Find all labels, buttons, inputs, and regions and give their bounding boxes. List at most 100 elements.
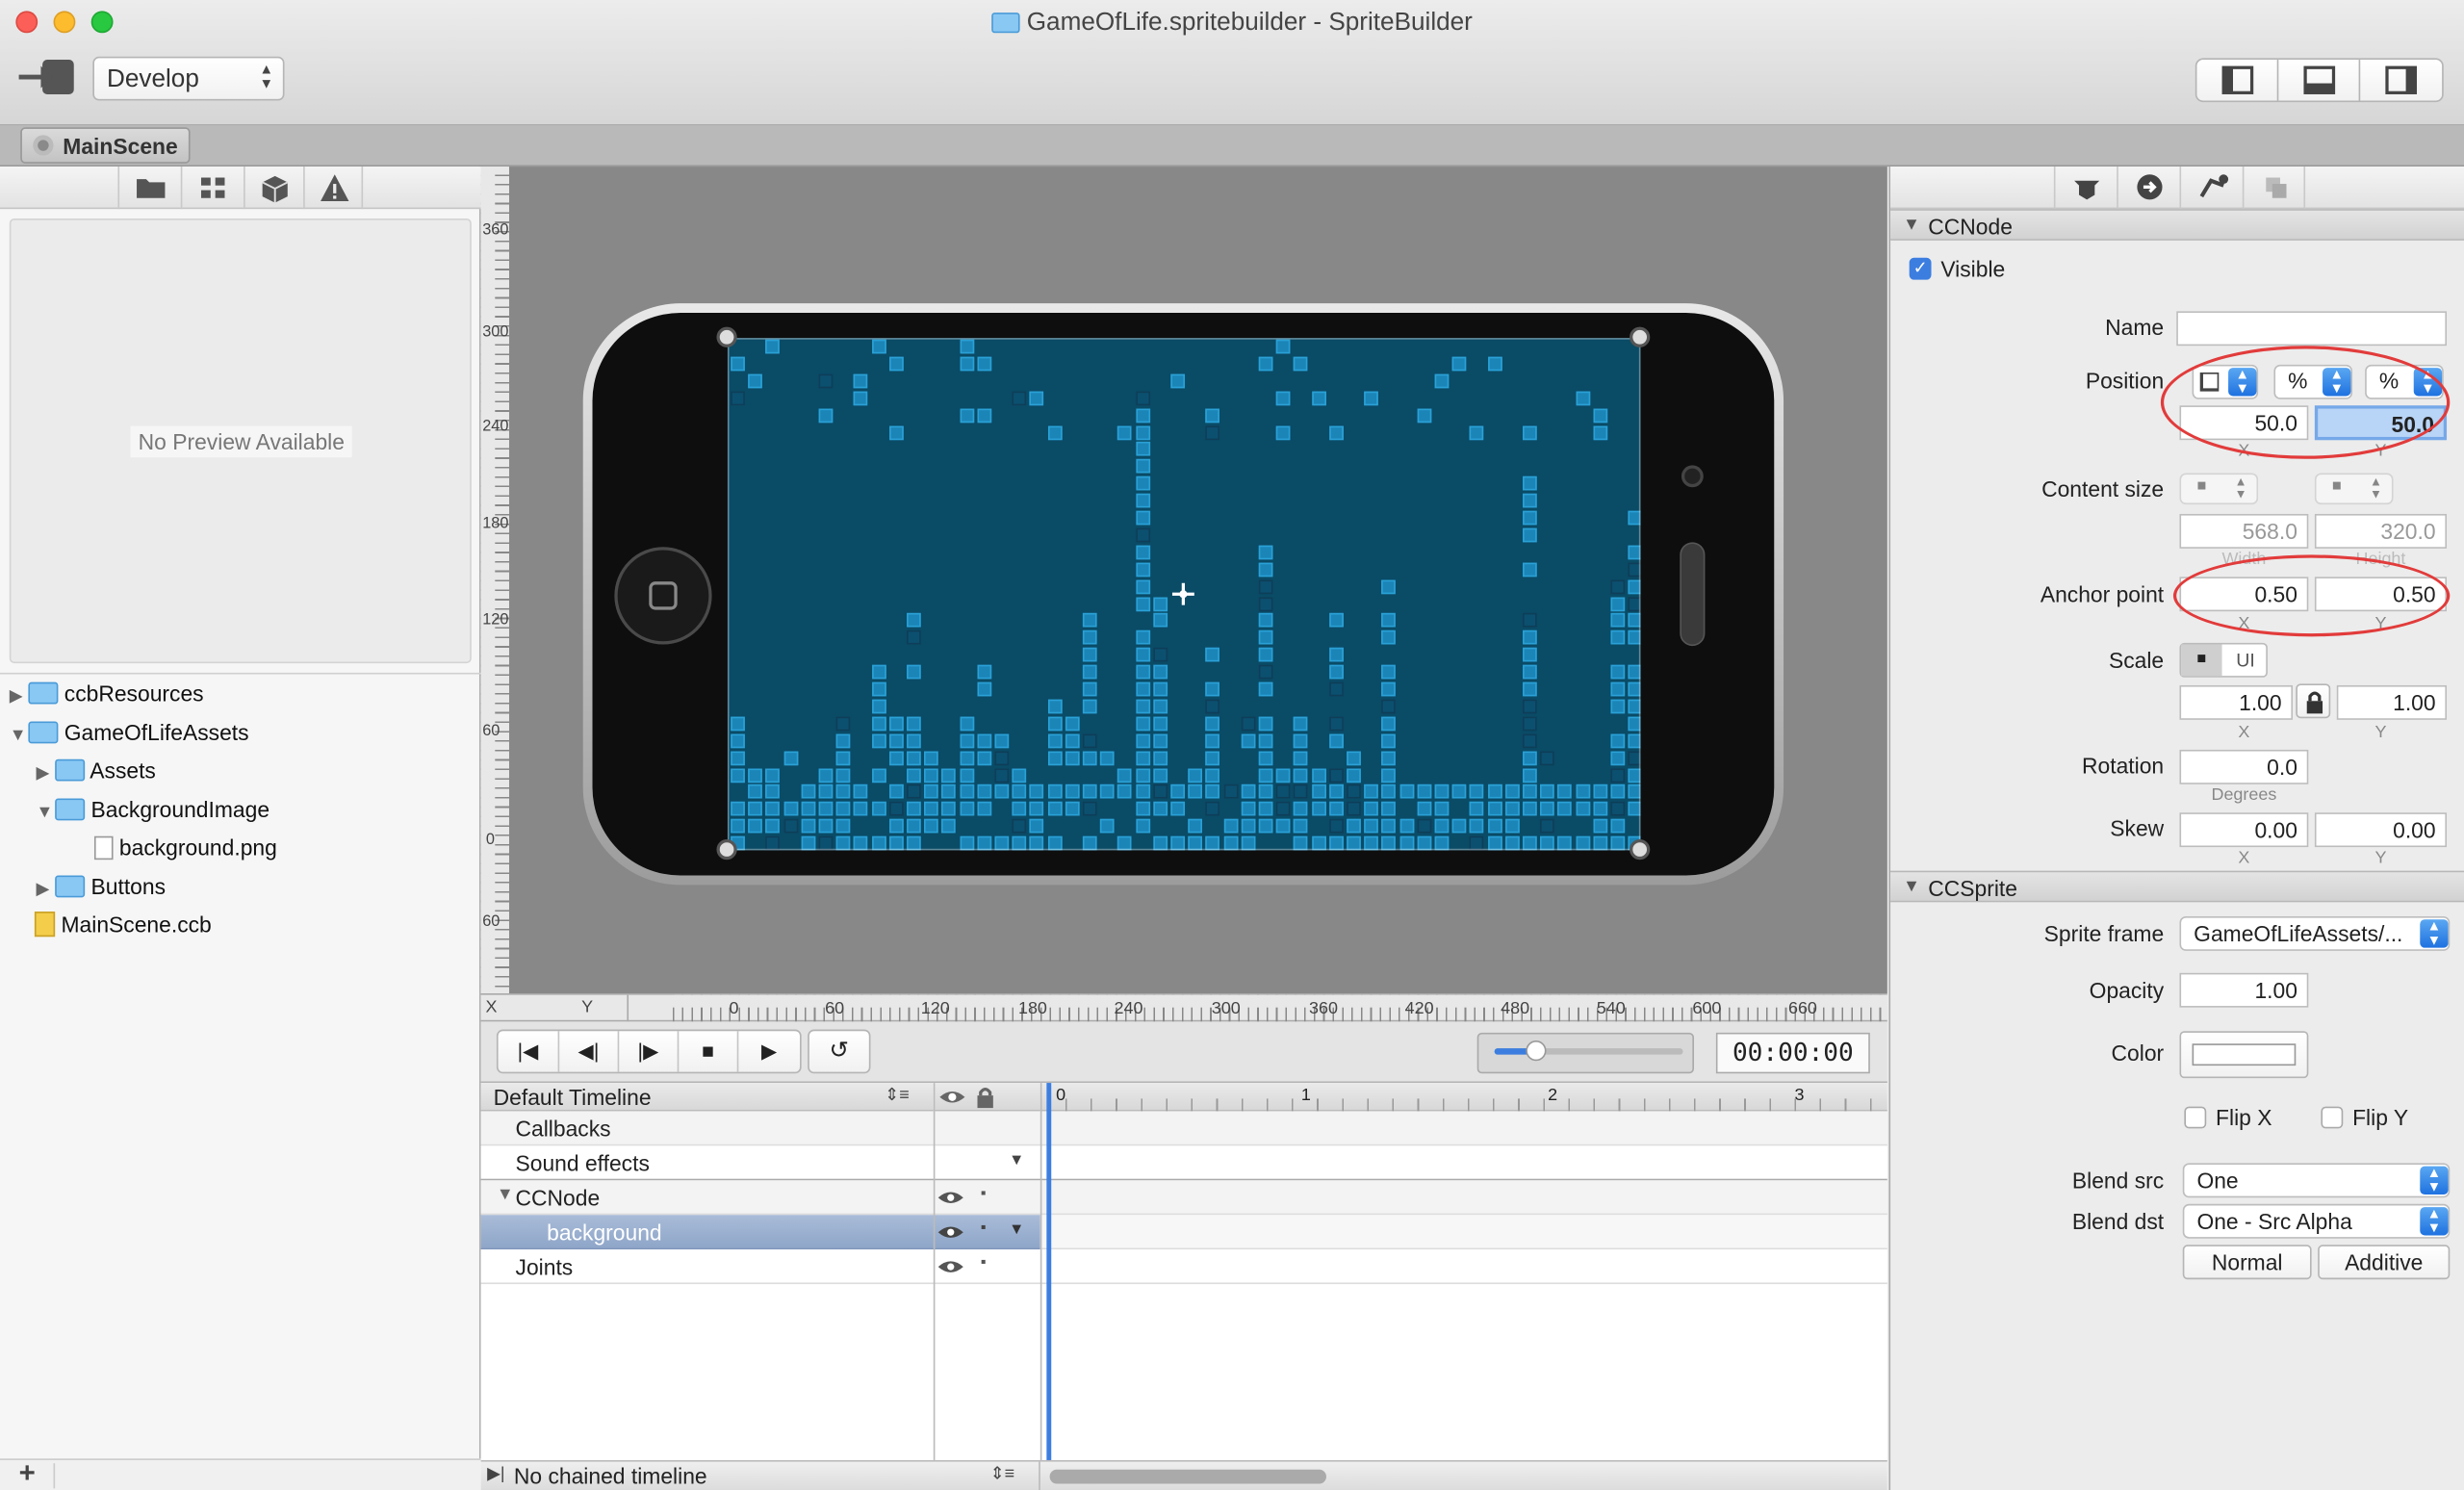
step-forward-button[interactable]: |▶ (619, 1031, 680, 1072)
file-view-button[interactable] (117, 167, 180, 210)
opacity-field[interactable]: 1.00 (2179, 972, 2309, 1008)
dropdown-arrow-icon[interactable]: ▼ (1009, 1152, 1024, 1169)
close-tab-icon[interactable] (33, 135, 54, 156)
left-panel-icon (2221, 65, 2254, 94)
toggle-bottom-panel-button[interactable] (2278, 60, 2361, 101)
timeline-track-background[interactable] (1040, 1215, 1887, 1250)
visible-checkbox[interactable]: ✓ (1909, 257, 1932, 280)
loop-icon: ↺ (829, 1037, 850, 1065)
disclosure-right-icon[interactable]: ▶ (37, 879, 56, 899)
lock-toggle-icon[interactable]: ▪ (981, 1185, 987, 1202)
code-connections-tab-button[interactable] (2117, 167, 2179, 210)
content-width-unit-select[interactable]: ■ ▲ ▼ (2179, 473, 2259, 505)
tree-item-background-png[interactable]: background.png (93, 835, 277, 861)
physics-tab-button[interactable] (2179, 167, 2242, 210)
eye-icon[interactable] (937, 1257, 964, 1276)
scale-y-field[interactable]: 1.00 (2336, 684, 2448, 720)
timeline-ruler[interactable]: 0 1 2 3 (1040, 1083, 1887, 1112)
disclosure-down-icon[interactable]: ▼ (37, 803, 56, 822)
rotation-field[interactable]: 0.0 (2179, 749, 2309, 784)
step-back-button[interactable]: ◀| (559, 1031, 620, 1072)
templates-tab-button[interactable] (2242, 167, 2306, 210)
content-height-field[interactable]: 320.0 (2314, 513, 2448, 549)
skew-y-field[interactable]: 0.00 (2314, 812, 2448, 848)
tileset-view-button[interactable] (180, 167, 244, 210)
disclosure-right-icon[interactable]: ▶ (10, 685, 29, 706)
name-field[interactable] (2176, 311, 2448, 347)
playhead[interactable] (1046, 1083, 1052, 1460)
folder-icon (137, 179, 166, 198)
publish-button[interactable] (13, 54, 79, 101)
tree-item-buttons[interactable]: ▶ Buttons (37, 874, 166, 899)
tree-item-assets[interactable]: ▶ Assets (37, 758, 156, 783)
disclosure-right-icon[interactable]: ▶ (37, 762, 56, 784)
flip-y-checkbox[interactable] (2321, 1106, 2344, 1129)
timeline-row-ccnode[interactable]: ▼ CCNode ▪ (480, 1180, 1887, 1216)
add-icon[interactable]: + (19, 1457, 36, 1490)
tree-item-gameoflifeassets[interactable]: ▼ GameOfLifeAssets (10, 720, 249, 745)
list-menu-icon[interactable]: ⇕≡ (885, 1085, 910, 1105)
disclosure-down-icon[interactable]: ▼ (1903, 216, 1920, 235)
resize-handle-top-left[interactable] (716, 326, 737, 347)
project-panel: No Preview Available ▶ ccbResources ▼ Ga… (0, 167, 481, 1490)
color-swatch (2192, 1043, 2297, 1066)
zoom-slider[interactable] (1476, 1032, 1694, 1074)
properties-tab-button[interactable] (2053, 167, 2117, 210)
scale-x-field[interactable]: 1.00 (2179, 684, 2294, 720)
loop-button[interactable]: ↺ (808, 1029, 871, 1074)
warnings-view-button[interactable] (303, 167, 364, 210)
disclosure-down-icon[interactable]: ▼ (10, 726, 29, 745)
skew-x-field[interactable]: 0.00 (2179, 812, 2309, 848)
dropdown-arrow-icon[interactable]: ▼ (1009, 1221, 1024, 1239)
toggle-left-panel-button[interactable] (2196, 60, 2279, 101)
resize-handle-bottom-left[interactable] (716, 838, 737, 861)
scale-ui-button[interactable]: UI (2223, 644, 2268, 676)
content-height-unit-select[interactable]: ■ ▲ ▼ (2314, 473, 2394, 505)
tab-mainscene[interactable]: MainScene (20, 127, 191, 164)
ccsprite-section-header[interactable]: ▼ CCSprite (1890, 870, 2464, 903)
normal-blend-button[interactable]: Normal (2182, 1245, 2312, 1280)
timeline-row-joints[interactable]: Joints ▪ (480, 1249, 1887, 1285)
color-well[interactable] (2179, 1031, 2309, 1079)
timeline-row-background[interactable]: background ▪ ▼ (480, 1215, 1040, 1250)
flip-x-checkbox[interactable] (2184, 1106, 2207, 1129)
scale-absolute-button[interactable]: ■ (2181, 644, 2222, 677)
components-view-button[interactable] (244, 167, 303, 210)
play-button[interactable]: ▶ (738, 1031, 800, 1071)
ccnode-section-header[interactable]: ▼ CCNode (1890, 209, 2464, 241)
additive-blend-button[interactable]: Additive (2318, 1245, 2451, 1280)
chained-timeline-select[interactable]: ▶| No chained timeline ⇕≡ (481, 1461, 1040, 1490)
tree-item-ccbresources[interactable]: ▶ ccbResources (10, 681, 204, 706)
timeline-scrollbar[interactable] (1049, 1469, 1326, 1484)
timeline-tick-label: 2 (1548, 1086, 1558, 1105)
disclosure-down-icon[interactable]: ▼ (497, 1185, 514, 1204)
blend-dst-select[interactable]: One - Src Alpha ▲ ▼ (2182, 1203, 2451, 1239)
tree-item-label: ccbResources (64, 681, 204, 706)
content-width-field[interactable]: 568.0 (2179, 513, 2309, 549)
anchor-point-crosshair-icon[interactable] (1170, 581, 1195, 606)
blend-src-select[interactable]: One ▲ ▼ (2182, 1163, 2451, 1198)
scale-lock-button[interactable] (2296, 683, 2331, 719)
resize-handle-top-right[interactable] (1630, 326, 1651, 347)
slider-knob[interactable] (1526, 1040, 1547, 1062)
camera-lens (1681, 465, 1704, 488)
stop-button[interactable]: ■ (679, 1031, 739, 1072)
lock-toggle-icon[interactable]: ▪ (981, 1220, 987, 1237)
eye-icon[interactable] (937, 1188, 964, 1207)
tree-item-backgroundimage[interactable]: ▼ BackgroundImage (37, 797, 270, 822)
sprite-frame-select[interactable]: GameOfLifeAssets/... ▲ ▼ (2179, 915, 2451, 951)
mode-select[interactable]: Develop ▲ ▼ (92, 56, 285, 101)
eye-icon[interactable] (937, 1222, 964, 1242)
resize-handle-bottom-right[interactable] (1630, 838, 1651, 861)
tree-item-mainscene-ccb[interactable]: MainScene.ccb (34, 912, 212, 938)
goto-start-button[interactable]: |◀ (499, 1031, 560, 1072)
timeline-row-sound-effects[interactable]: Sound effects ▼ (480, 1145, 1887, 1181)
toggle-right-panel-button[interactable] (2360, 60, 2442, 100)
disclosure-down-icon[interactable]: ▼ (1903, 877, 1920, 896)
list-menu-icon[interactable]: ⇕≡ (990, 1463, 1015, 1484)
lock-toggle-icon[interactable]: ▪ (981, 1254, 987, 1272)
timeline-row-callbacks[interactable]: Callbacks (480, 1111, 1887, 1146)
properties-icon (2074, 180, 2100, 200)
mode-select-value: Develop (107, 65, 199, 93)
timeline-selector[interactable]: Default Timeline ⇕≡ (480, 1083, 934, 1112)
